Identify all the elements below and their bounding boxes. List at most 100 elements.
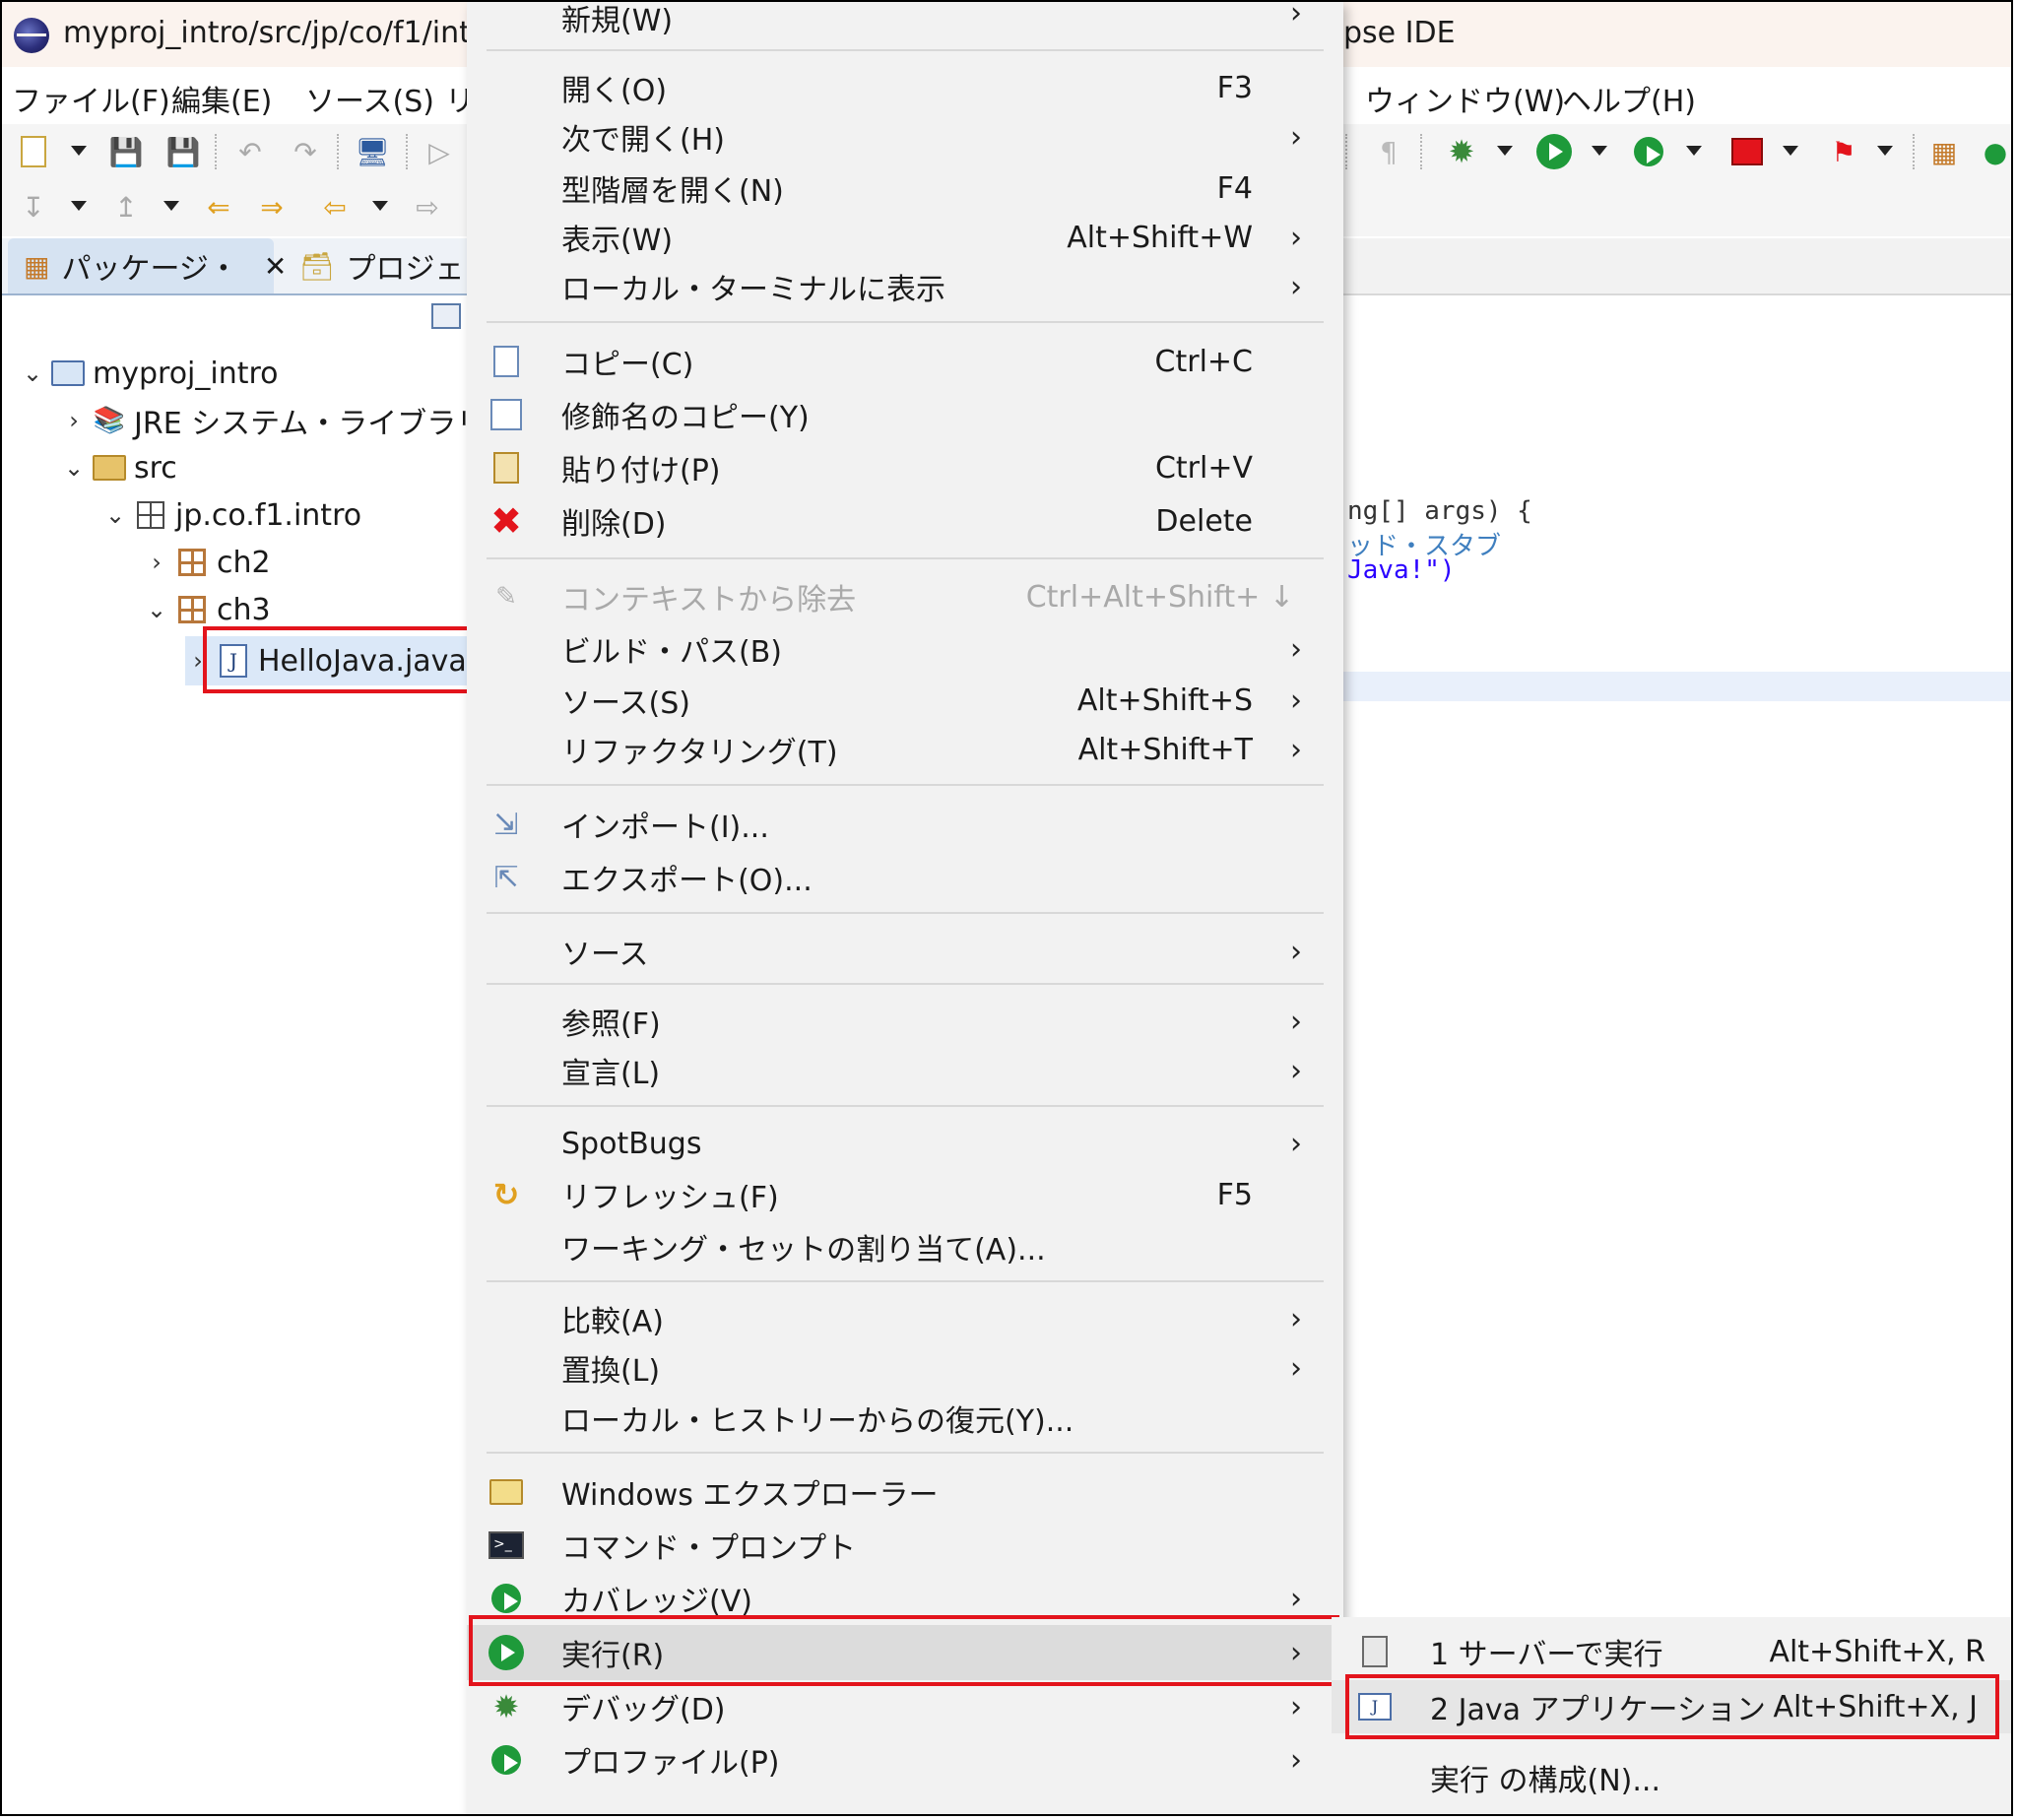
menu-item-label: 実行(R) [561,1639,665,1673]
menu-item-open-with[interactable]: 次で開く(H) › [467,112,1343,162]
pilcrow-icon[interactable]: ¶ [1369,132,1408,171]
tree-item-package-root[interactable]: ⌄ jp.co.f1.intro [102,492,361,538]
editor-tab-area [1341,238,2011,295]
terminal-icon: >_ [487,1526,526,1565]
menu-item-show-in[interactable]: 表示(W) Alt+Shift+W › [467,213,1343,262]
chevron-down-icon[interactable]: ⌄ [144,596,169,623]
menu-item-label: 新規(W) [561,4,674,38]
menu-item-references[interactable]: 参照(F) › [467,997,1343,1046]
back-icon[interactable]: ⇦ [315,187,355,227]
new-dropdown-icon[interactable] [71,146,87,156]
code-editor[interactable]: ng[] args) { ッド・スタブ Java!") [1341,297,2011,1617]
menu-item-new[interactable]: 新規(W) › [467,2,1343,38]
undo-icon[interactable]: ↶ [230,132,270,171]
forward-icon[interactable]: ⇨ [408,187,447,227]
next-edit-icon[interactable]: ↧ [14,187,53,227]
menu-file[interactable]: ファイル(F) [12,77,170,120]
tab-package-explorer[interactable]: ▦ パッケージ・ ✕ [8,238,287,293]
menu-item-assign-working-sets[interactable]: ワーキング・セットの割り当て(A)... [467,1221,1343,1272]
tree-item-project[interactable]: ⌄ myproj_intro [20,351,279,396]
save-icon[interactable]: 💾 [106,132,146,171]
tree-item-ch2[interactable]: › ch2 [144,540,270,585]
coverage-toolbar-icon[interactable] [1629,132,1668,171]
menu-item-profile[interactable]: プロファイル(P) › [467,1733,1343,1787]
submenu-item-run-configurations[interactable]: 実行 の構成(N)... [1332,1751,2011,1804]
menu-item-build-path[interactable]: ビルド・パス(B) › [467,624,1343,674]
previous-edit-icon[interactable]: ↥ [106,187,146,227]
menu-item-source-sub[interactable]: ソース › [467,926,1343,977]
menu-item-export[interactable]: ⇱ エクスポート(O)... [467,851,1343,904]
menu-item-refactoring[interactable]: リファクタリング(T) Alt+Shift+T › [467,725,1343,774]
menu-help[interactable]: ヘルプ(H) [1562,77,1696,120]
menu-item-replace[interactable]: 置換(L) › [467,1343,1343,1393]
menu-item-open[interactable]: 開く(O) F3 [467,63,1343,112]
menu-window[interactable]: ウィンドウ(W) [1365,77,1565,120]
menu-item-copy[interactable]: コピー(C) Ctrl+C [467,335,1343,388]
menu-item-paste[interactable]: 貼り付け(P) Ctrl+V [467,441,1343,494]
chevron-down-icon[interactable]: ⌄ [102,501,128,529]
menu-edit[interactable]: 編集(E) [171,77,272,120]
redo-icon[interactable]: ↷ [286,132,325,171]
tree-item-jre-library[interactable]: › 📚 JRE システム・ライブラリー [ [61,398,536,443]
run-dropdown-icon[interactable] [1592,146,1607,156]
next-edit-dropdown-icon[interactable] [71,201,87,211]
chevron-right-icon[interactable]: › [144,549,169,576]
new-icon[interactable] [14,132,53,171]
chevron-right-icon: › [1290,1126,1302,1161]
menu-item-open-type-hierarchy[interactable]: 型階層を開く(N) F4 [467,163,1343,213]
menu-item-refresh[interactable]: ↻ リフレッシュ(F) F5 [467,1168,1343,1221]
menu-item-coverage[interactable]: カバレッジ(V) › [467,1572,1343,1625]
tab-project-explorer[interactable]: 🗃 プロジェク [299,238,494,293]
menu-item-compare[interactable]: 比較(A) › [467,1294,1343,1343]
chevron-right-icon: › [1290,119,1302,155]
menu-item-show-in-local-terminal[interactable]: ローカル・ターミナルに表示 › [467,262,1343,311]
menu-item-declarations[interactable]: 宣言(L) › [467,1046,1343,1095]
submenu-item-run-on-server[interactable]: 1 サーバーで実行 Alt+Shift+X, R [1332,1625,2011,1678]
menu-item-label: 宣言(L) [561,1057,661,1091]
external-tools-dropdown-icon[interactable] [1877,146,1893,156]
menu-item-label: コンテキストから除去 [561,583,857,618]
chevron-right-icon[interactable]: › [61,407,87,434]
chevron-right-icon[interactable]: › [185,647,211,675]
menu-item-windows-explorer[interactable]: Windows エクスプローラー [467,1465,1343,1519]
debug-dropdown-icon[interactable] [1497,146,1513,156]
submenu-item-java-application[interactable]: J 2 Java アプリケーション Alt+Shift+X, J [1332,1680,2011,1733]
tree-item-src[interactable]: ⌄ src [61,445,177,490]
menu-item-source[interactable]: ソース(S) Alt+Shift+S › [467,676,1343,725]
chevron-right-icon: › [1290,732,1302,767]
forward-edit-location-icon[interactable]: ⇒ [252,187,292,227]
previous-edit-dropdown-icon[interactable] [163,201,179,211]
menu-item-command-prompt[interactable]: >_ コマンド・プロンプト [467,1519,1343,1572]
menu-item-run[interactable]: 実行(R) › [467,1625,1343,1680]
debug-toolbar-icon[interactable]: ✹ [1442,132,1481,171]
menu-item-spotbugs[interactable]: SpotBugs › [467,1119,1343,1168]
monitor-icon[interactable]: 🖥 [353,132,392,171]
run-toolbar-icon[interactable] [1534,132,1574,171]
tree-item-ch3[interactable]: ⌄ ch3 [144,587,271,632]
server-dropdown-icon[interactable] [1783,146,1798,156]
menu-item-debug[interactable]: ✹ デバッグ(D) › [467,1680,1343,1733]
menu-source[interactable]: ソース(S) [305,77,434,120]
tree-item-label: ch3 [217,592,271,627]
menu-item-copy-qualified-name[interactable]: 修飾名のコピー(Y) [467,388,1343,441]
new-package-icon[interactable]: ● [1976,132,2011,171]
external-tools-icon[interactable]: ⚑ [1824,132,1863,171]
stop-server-icon[interactable] [1727,132,1767,171]
close-icon[interactable]: ✕ [264,250,287,283]
coverage-icon [487,1579,526,1618]
menu-item-import[interactable]: ⇲ インポート(I)... [467,798,1343,851]
new-java-project-icon[interactable]: ▦ [1924,132,1964,171]
back-dropdown-icon[interactable] [372,201,388,211]
next-annotation-icon[interactable]: ▷ [420,132,459,171]
menu-item-remove-from-context[interactable]: ✎ コンテキストから除去 Ctrl+Alt+Shift+ ↓ [467,571,1343,622]
collapse-all-icon[interactable] [431,303,461,329]
chevron-down-icon[interactable]: ⌄ [61,454,87,482]
last-edit-location-icon[interactable]: ⇐ [199,187,238,227]
menu-item-restore-local-history[interactable]: ローカル・ヒストリーからの復元(Y)... [467,1393,1343,1444]
coverage-dropdown-icon[interactable] [1686,146,1702,156]
chevron-down-icon[interactable]: ⌄ [20,359,45,387]
menu-item-delete[interactable]: ✖ 削除(D) Delete [467,494,1343,548]
tree-item-hellojava[interactable]: › J HelloJava.java [185,636,475,685]
menu-separator [487,1452,1324,1454]
save-all-icon[interactable]: 💾 [163,132,203,171]
